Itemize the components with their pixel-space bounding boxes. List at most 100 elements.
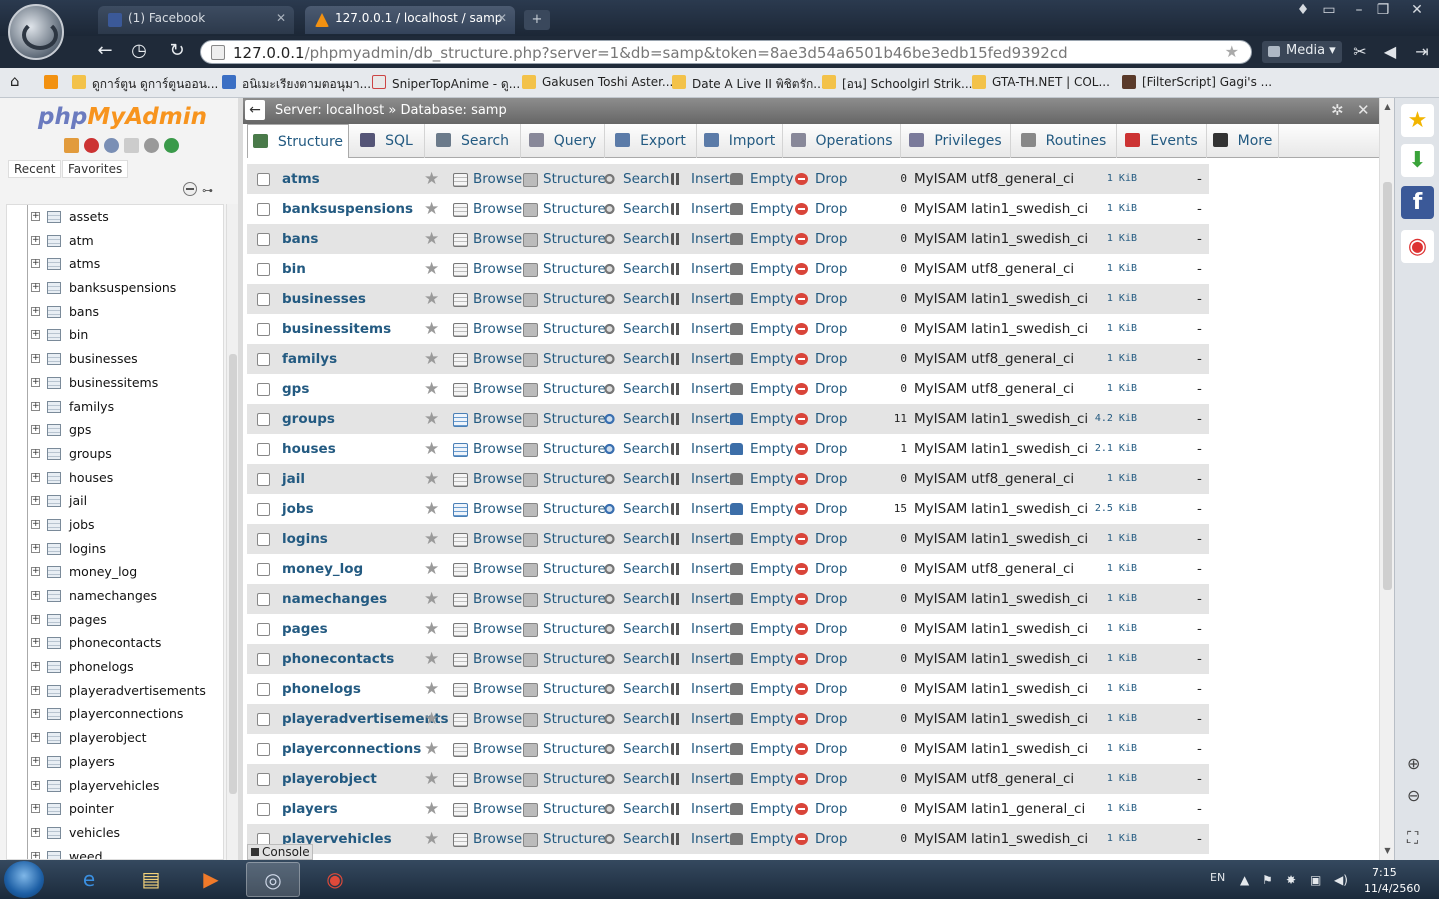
insert-action[interactable]: Insert xyxy=(671,464,730,494)
drop-action[interactable]: Drop xyxy=(795,644,847,674)
page-scrollbar[interactable]: ▲ ▼ xyxy=(1379,98,1394,860)
insert-action[interactable]: Insert xyxy=(671,674,730,704)
expand-icon[interactable]: + xyxy=(31,425,40,435)
toggle-navigation-button[interactable]: ← xyxy=(245,100,265,120)
search-action[interactable]: Search xyxy=(603,434,669,464)
tree-item-label[interactable]: playerobject xyxy=(69,730,147,745)
structure-action[interactable]: Structure xyxy=(523,554,606,584)
tree-item-label[interactable]: phonelogs xyxy=(69,659,134,674)
structure-action[interactable]: Structure xyxy=(523,404,606,434)
browse-action[interactable]: Browse xyxy=(453,644,522,674)
structure-action[interactable]: Structure xyxy=(523,284,606,314)
tree-item[interactable]: + weed xyxy=(7,844,223,859)
empty-action[interactable]: Empty xyxy=(730,254,794,284)
expand-icon[interactable]: + xyxy=(31,851,40,859)
table-name-link[interactable]: bin xyxy=(282,254,306,284)
tree-item-label[interactable]: namechanges xyxy=(69,588,157,603)
empty-action[interactable]: Empty xyxy=(730,314,794,344)
search-action[interactable]: Search xyxy=(603,254,669,284)
facebook-icon[interactable]: f xyxy=(1401,186,1434,219)
table-icon[interactable] xyxy=(47,732,61,745)
structure-action[interactable]: Structure xyxy=(523,434,606,464)
recent-tab[interactable]: Recent xyxy=(8,160,62,178)
table-size-link[interactable]: 1 KiB xyxy=(1067,314,1137,344)
collapse-header-icon[interactable]: ✕ xyxy=(1357,101,1370,119)
tray-app-icon[interactable]: ✸ xyxy=(1286,873,1296,887)
structure-action[interactable]: Structure xyxy=(523,344,606,374)
structure-action[interactable]: Structure xyxy=(523,494,606,524)
table-name-link[interactable]: businesses xyxy=(282,284,366,314)
tree-item[interactable]: + vehicles xyxy=(7,820,223,845)
insert-action[interactable]: Insert xyxy=(671,314,730,344)
browse-action[interactable]: Browse xyxy=(453,194,522,224)
tree-item-label[interactable]: playervehicles xyxy=(69,778,159,793)
favorite-star-icon[interactable]: ★ xyxy=(424,830,439,848)
tree-item-label[interactable]: assets xyxy=(69,209,109,224)
empty-action[interactable]: Empty xyxy=(730,284,794,314)
drop-action[interactable]: Drop xyxy=(795,704,847,734)
expand-icon[interactable]: + xyxy=(31,472,40,482)
row-checkbox[interactable] xyxy=(257,533,270,546)
search-action[interactable]: Search xyxy=(603,824,669,854)
chrome-taskbar-icon[interactable]: ◉ xyxy=(308,862,362,897)
tree-item[interactable]: + bans xyxy=(7,299,223,324)
tree-item-label[interactable]: phonecontacts xyxy=(69,635,161,650)
browse-action[interactable]: Browse xyxy=(453,764,522,794)
table-icon[interactable] xyxy=(47,566,61,579)
row-checkbox[interactable] xyxy=(257,173,270,186)
tab-export[interactable]: Export xyxy=(605,124,697,158)
tree-item-label[interactable]: pages xyxy=(69,612,107,627)
table-name-link[interactable]: money_log xyxy=(282,554,363,584)
favorite-star-icon[interactable]: ★ xyxy=(424,440,439,458)
browse-action[interactable]: Browse xyxy=(453,704,522,734)
help-icon[interactable] xyxy=(104,138,119,153)
tree-item[interactable]: + namechanges xyxy=(7,584,223,608)
row-checkbox[interactable] xyxy=(257,323,270,336)
structure-action[interactable]: Structure xyxy=(523,764,606,794)
structure-action[interactable]: Structure xyxy=(523,734,606,764)
table-name-link[interactable]: bans xyxy=(282,224,318,254)
insert-action[interactable]: Insert xyxy=(671,224,730,254)
row-checkbox[interactable] xyxy=(257,503,270,516)
tree-item[interactable]: + banksuspensions xyxy=(7,276,223,301)
restore-button[interactable]: ❐ xyxy=(1370,2,1396,18)
search-action[interactable]: Search xyxy=(603,584,669,614)
table-icon[interactable] xyxy=(47,826,61,839)
browse-action[interactable]: Browse xyxy=(453,554,522,584)
tree-item[interactable]: + playerconnections xyxy=(7,702,223,727)
browse-action[interactable]: Browse xyxy=(453,614,522,644)
tree-item-label[interactable]: houses xyxy=(69,470,113,485)
row-checkbox[interactable] xyxy=(257,743,270,756)
tree-item[interactable]: + bin xyxy=(7,323,223,348)
bookmark-item[interactable]: Gakusen Toshi Aster... xyxy=(522,75,673,89)
favorite-star-icon[interactable]: ★ xyxy=(424,590,439,608)
table-size-link[interactable]: 1 KiB xyxy=(1067,584,1137,614)
empty-action[interactable]: Empty xyxy=(730,764,794,794)
table-size-link[interactable]: 4.2 KiB xyxy=(1067,404,1137,434)
drop-action[interactable]: Drop xyxy=(795,194,847,224)
tree-item-label[interactable]: gps xyxy=(69,422,91,437)
expand-icon[interactable]: + xyxy=(31,827,40,837)
tab-operations[interactable]: Operations xyxy=(783,124,901,158)
tree-item[interactable]: + groups xyxy=(7,441,223,466)
table-icon[interactable] xyxy=(47,447,61,460)
row-checkbox[interactable] xyxy=(257,263,270,276)
row-checkbox[interactable] xyxy=(257,443,270,456)
favorite-star-icon[interactable]: ★ xyxy=(424,530,439,548)
drop-action[interactable]: Drop xyxy=(795,584,847,614)
favorite-star-icon[interactable]: ★ xyxy=(424,470,439,488)
browse-action[interactable]: Browse xyxy=(453,494,522,524)
collapse-all-icon[interactable] xyxy=(183,182,197,196)
settings-gear-icon[interactable]: ✲ xyxy=(1331,101,1344,119)
empty-action[interactable]: Empty xyxy=(730,824,794,854)
empty-action[interactable]: Empty xyxy=(730,224,794,254)
table-name-link[interactable]: players xyxy=(282,794,338,824)
link-with-main-icon[interactable]: ⊶ xyxy=(202,184,213,197)
insert-action[interactable]: Insert xyxy=(671,824,730,854)
table-icon[interactable] xyxy=(47,779,61,792)
drop-action[interactable]: Drop xyxy=(795,434,847,464)
table-icon[interactable] xyxy=(47,708,61,721)
breadcrumb-server[interactable]: Server: localhost xyxy=(275,103,384,118)
reload-icon[interactable]: ↻ xyxy=(164,40,190,61)
row-checkbox[interactable] xyxy=(257,683,270,696)
